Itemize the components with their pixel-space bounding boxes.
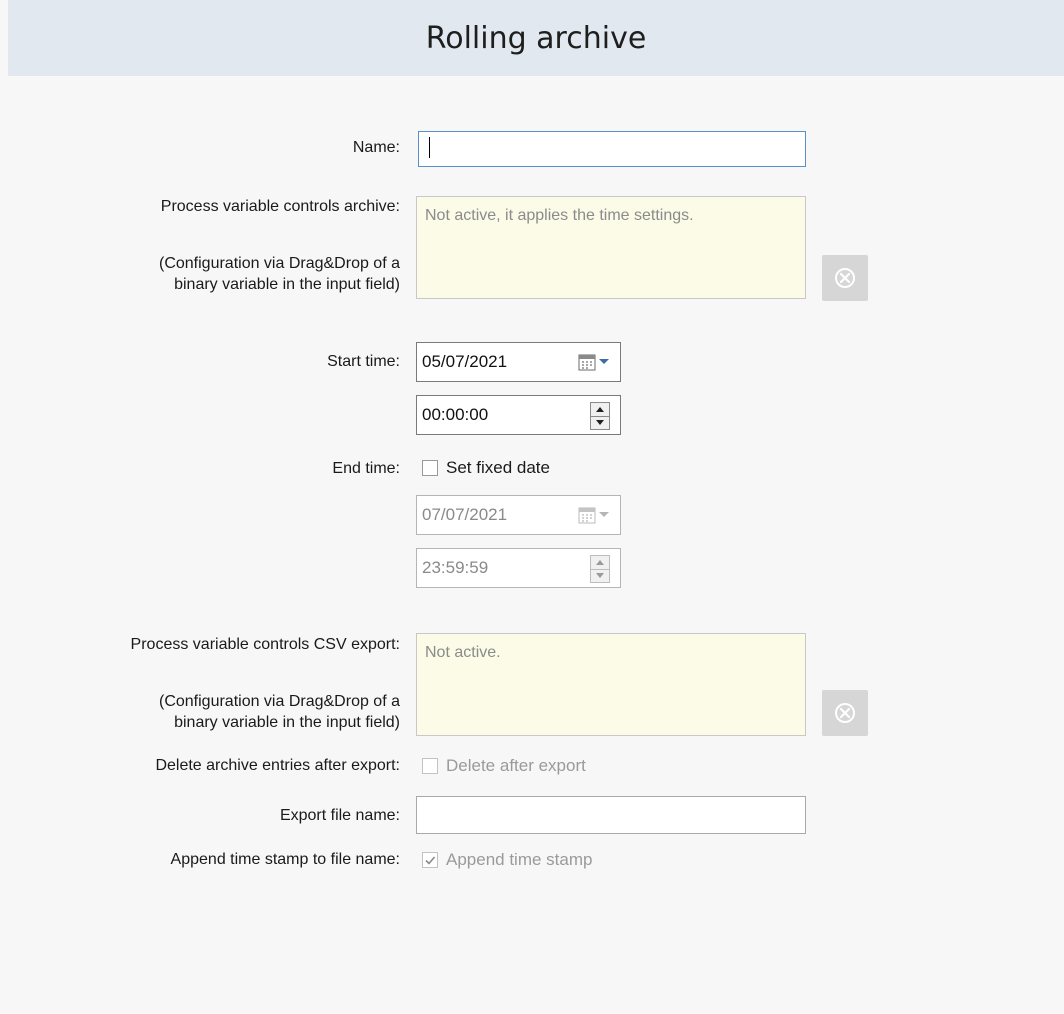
set-fixed-date-checkbox[interactable]: Set fixed date (422, 458, 550, 478)
pv-archive-dropzone[interactable]: Not active, it applies the time settings… (416, 196, 806, 299)
start-time-label: Start time: (327, 353, 400, 370)
pv-archive-hint-1: (Configuration via Drag&Drop of a (158, 255, 400, 272)
calendar-icon (578, 507, 596, 524)
append-timestamp-label: Append time stamp to file name: (170, 851, 400, 868)
checkmark-icon (425, 856, 436, 865)
delete-after-export-checkbox[interactable]: Delete after export (422, 756, 586, 776)
checkbox-box[interactable] (422, 758, 438, 774)
checkbox-box[interactable] (422, 852, 438, 868)
clear-icon (835, 703, 855, 723)
pv-archive-label: Process variable controls archive: (160, 198, 400, 215)
end-date-dropdown[interactable] (578, 506, 610, 524)
clear-icon (835, 268, 855, 288)
text-caret (429, 137, 430, 158)
calendar-icon (578, 354, 596, 371)
pv-archive-clear-button[interactable] (822, 255, 868, 301)
end-time-spinner[interactable]: 23:59:59 (416, 548, 621, 588)
checkbox-box[interactable] (422, 460, 438, 476)
export-file-name-input[interactable] (416, 796, 806, 834)
pv-csv-dropzone[interactable]: Not active. (416, 633, 806, 736)
page-title: Rolling archive (425, 20, 647, 56)
spin-down-icon[interactable] (591, 415, 609, 430)
start-date-picker[interactable]: 05/07/2021 (416, 342, 621, 382)
spin-up-icon[interactable] (591, 556, 609, 569)
end-date-picker[interactable]: 07/07/2021 (416, 495, 621, 535)
name-input[interactable] (418, 131, 806, 167)
pv-csv-hint-1: (Configuration via Drag&Drop of a (158, 693, 400, 710)
chevron-down-icon (599, 512, 609, 517)
spin-down-icon[interactable] (591, 568, 609, 583)
end-time-spin-buttons[interactable] (590, 555, 610, 583)
pv-archive-hint-2: binary variable in the input field) (174, 276, 400, 293)
end-time-label: End time: (332, 460, 400, 477)
spin-up-icon[interactable] (591, 403, 609, 416)
start-time-spin-buttons[interactable] (590, 402, 610, 430)
page-header: Rolling archive (8, 0, 1064, 76)
pv-csv-clear-button[interactable] (822, 690, 868, 736)
start-time-spinner[interactable]: 00:00:00 (416, 395, 621, 435)
name-label: Name: (352, 139, 400, 156)
chevron-down-icon (599, 359, 609, 364)
pv-csv-label: Process variable controls CSV export: (130, 636, 400, 653)
delete-entries-label: Delete archive entries after export: (155, 757, 400, 774)
pv-csv-hint-2: binary variable in the input field) (174, 714, 400, 731)
export-file-name-label: Export file name: (279, 807, 400, 824)
append-timestamp-checkbox[interactable]: Append time stamp (422, 850, 592, 870)
start-date-dropdown[interactable] (578, 353, 610, 371)
